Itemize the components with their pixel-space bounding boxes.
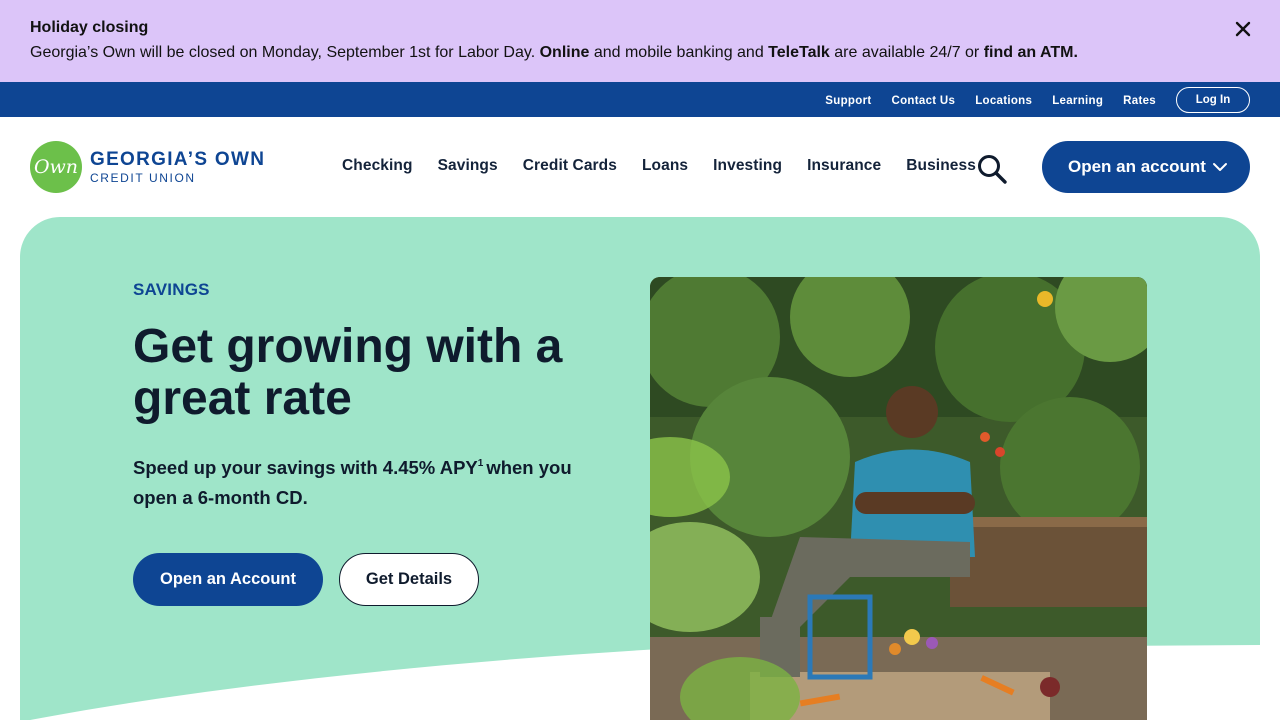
- logo-wordmark: GEORGIA’S OWN CREDIT UNION: [90, 150, 265, 184]
- utility-link-locations[interactable]: Locations: [975, 92, 1032, 107]
- chevron-down-icon: [1213, 163, 1227, 171]
- alert-text-part: Georgia’s Own will be closed on Monday, …: [30, 44, 540, 61]
- main-nav: Checking Savings Credit Cards Loans Inve…: [342, 157, 976, 175]
- logo-mark: Own: [30, 141, 82, 193]
- nav-item-insurance[interactable]: Insurance: [807, 157, 881, 175]
- alert-message: Georgia’s Own will be closed on Monday, …: [30, 43, 1250, 63]
- nav-item-business[interactable]: Business: [906, 157, 976, 175]
- open-account-label: Open an account: [1068, 157, 1206, 176]
- utility-link-support[interactable]: Support: [825, 92, 871, 107]
- nav-item-credit-cards[interactable]: Credit Cards: [523, 157, 617, 175]
- search-icon[interactable]: [976, 153, 1008, 185]
- utility-link-learning[interactable]: Learning: [1052, 92, 1103, 107]
- logo[interactable]: Own GEORGIA’S OWN CREDIT UNION: [30, 141, 265, 193]
- login-button[interactable]: Log In: [1176, 87, 1250, 113]
- get-details-button[interactable]: Get Details: [339, 553, 479, 606]
- hero-headline: Get growing with a great rate: [133, 320, 563, 425]
- hero-subtext-part: Speed up your savings with 4.45% APY: [133, 457, 478, 478]
- hero-subtext: Speed up your savings with 4.45% APY1 whe…: [133, 453, 603, 513]
- utility-link-rates[interactable]: Rates: [1123, 92, 1156, 107]
- logo-name: GEORGIA’S OWN: [90, 149, 266, 170]
- utility-bar: Support Contact Us Locations Learning Ra…: [0, 82, 1280, 117]
- close-icon[interactable]: [1232, 18, 1254, 40]
- utility-links: Support Contact Us Locations Learning Ra…: [825, 82, 1156, 117]
- holiday-alert-banner: Holiday closing Georgia’s Own will be cl…: [0, 0, 1280, 82]
- hero-eyebrow: SAVINGS: [133, 280, 210, 299]
- alert-find-atm-link[interactable]: find an ATM.: [984, 44, 1078, 61]
- nav-item-checking[interactable]: Checking: [342, 157, 413, 175]
- footnote-marker[interactable]: 1: [478, 458, 484, 469]
- utility-link-contact-us[interactable]: Contact Us: [891, 92, 955, 107]
- alert-title: Holiday closing: [30, 19, 149, 36]
- open-account-menu-button[interactable]: Open an account: [1042, 141, 1250, 193]
- hero-garden-photo: [650, 277, 1147, 720]
- alert-text-part: and mobile banking and: [589, 44, 769, 61]
- nav-item-savings[interactable]: Savings: [438, 157, 498, 175]
- nav-item-investing[interactable]: Investing: [713, 157, 782, 175]
- alert-teletalk-link[interactable]: TeleTalk: [768, 44, 830, 61]
- alert-online-link[interactable]: Online: [540, 44, 590, 61]
- nav-item-loans[interactable]: Loans: [642, 157, 688, 175]
- logo-subtitle: CREDIT UNION: [90, 171, 196, 185]
- alert-text-part: are available 24/7 or: [829, 44, 984, 61]
- garden-illustration: [650, 277, 1147, 720]
- main-header: Own GEORGIA’S OWN CREDIT UNION Checking …: [0, 117, 1280, 217]
- open-an-account-button[interactable]: Open an Account: [133, 553, 323, 606]
